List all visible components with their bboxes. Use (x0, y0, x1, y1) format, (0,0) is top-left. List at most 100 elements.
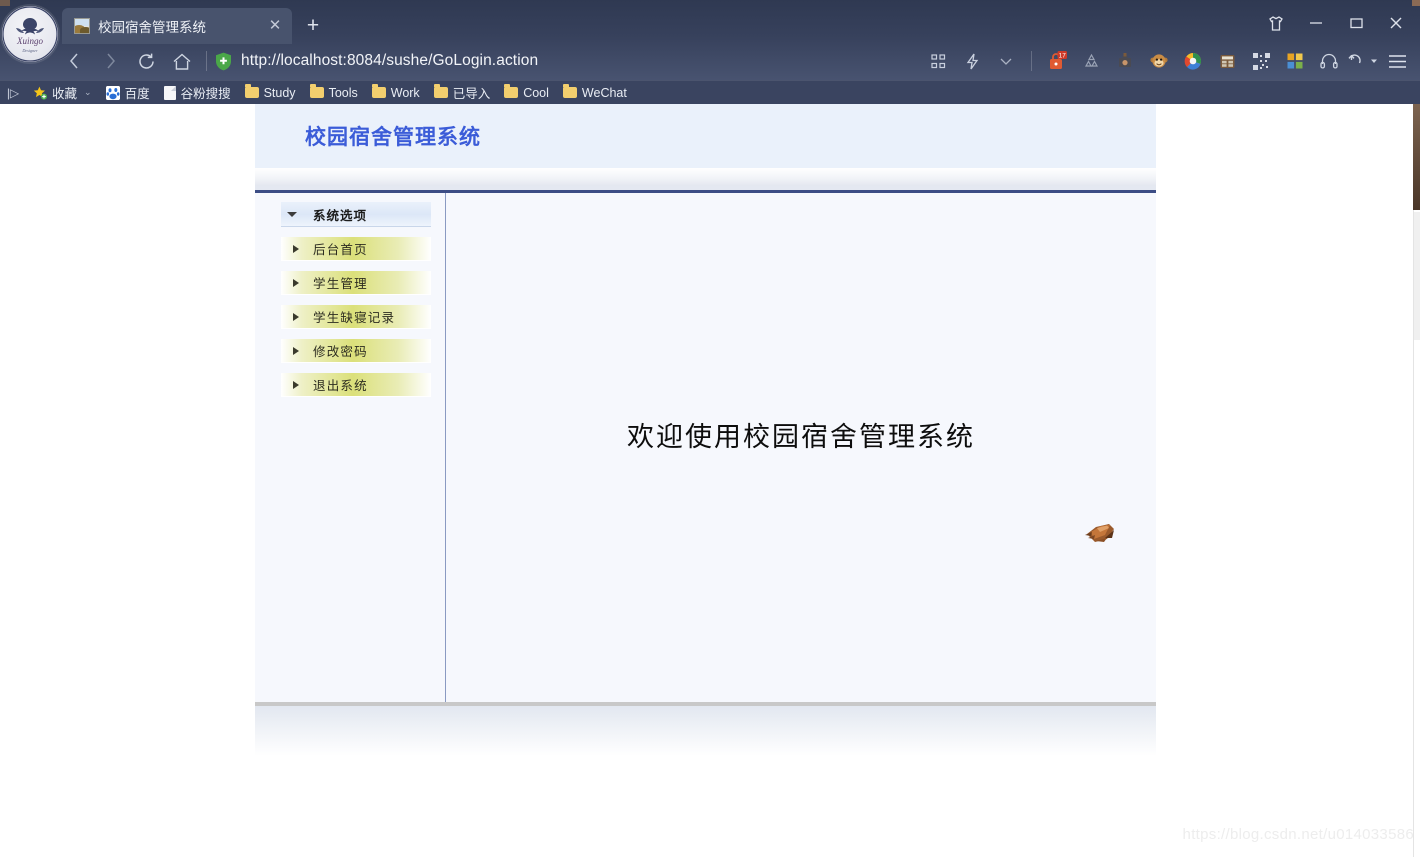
sidebar-item-absence-records[interactable]: 学生缺寝记录 (281, 305, 431, 329)
skin-theme-icon[interactable] (1256, 8, 1296, 38)
monkey-emoji-icon[interactable] (1142, 46, 1176, 76)
sidebar-item-change-password[interactable]: 修改密码 (281, 339, 431, 363)
bookmark-label: 谷粉搜搜 (180, 87, 231, 101)
sidebar-item-label: 学生管理 (313, 277, 368, 291)
brown-bird-ornament (1083, 519, 1117, 547)
csdn-watermark: https://blog.csdn.net/u014033586 (1182, 826, 1414, 843)
window-maximize-button[interactable] (1336, 8, 1376, 38)
folder-icon (504, 84, 519, 98)
sidebar: 系统选项 后台首页 学生管理 学生缺寝记录 修改密码 退出系统 (255, 193, 446, 702)
browser-tab-active[interactable]: 校园宿舍管理系统 ✕ (62, 8, 292, 44)
browser-toolbar-icons: 17 (921, 46, 1420, 76)
sidebar-menu-header[interactable]: 系统选项 (281, 202, 431, 227)
page-title: 校园宿舍管理系统 (305, 125, 481, 149)
lock-notifications-icon[interactable]: 17 (1040, 46, 1074, 76)
bookmark-item-tools[interactable]: Tools (303, 82, 365, 104)
lightning-speed-icon[interactable] (955, 46, 989, 76)
scrollbar-thumb[interactable] (1414, 212, 1420, 340)
sidebar-item-label: 退出系统 (313, 379, 368, 393)
svg-text:XUINGO: XUINGO (24, 23, 37, 27)
chevron-down-icon[interactable] (989, 46, 1023, 76)
folder-icon (562, 84, 577, 98)
bookmark-label: Cool (523, 85, 549, 100)
bookmark-item-study[interactable]: Study (238, 82, 303, 104)
reload-icon[interactable] (128, 46, 164, 76)
bookmark-item-imported[interactable]: 已导入 (427, 82, 498, 104)
desktop-wallpaper-strip-right (1412, 0, 1420, 6)
image-favicon (74, 18, 90, 34)
chevron-right-icon (293, 278, 299, 287)
nav-divider (206, 51, 207, 71)
recycle-icon[interactable] (1074, 46, 1108, 76)
calculator-icon[interactable] (1210, 46, 1244, 76)
camera-screenshot-icon[interactable] (1108, 46, 1142, 76)
bookmark-label: 已导入 (452, 87, 491, 101)
star-bookmark-icon (33, 86, 47, 100)
sidebar-item-label: 学生缺寝记录 (313, 311, 396, 325)
sidebar-item-logout[interactable]: 退出系统 (281, 373, 431, 397)
folder-icon (371, 84, 386, 98)
desktop-wallpaper-strip-left (0, 0, 10, 6)
welcome-message: 欢迎使用校园宿舍管理系统 (627, 422, 975, 452)
home-icon[interactable] (164, 46, 200, 76)
app-header: 校园宿舍管理系统 (255, 104, 1156, 168)
chevron-right-icon (293, 346, 299, 355)
chevron-down-icon[interactable]: ⌄ (84, 87, 92, 98)
bookmark-label: Work (390, 85, 420, 100)
window-minimize-button[interactable] (1296, 8, 1336, 38)
baidu-icon (105, 85, 120, 100)
dormitory-management-app: 校园宿舍管理系统 系统选项 后台首页 学生管理 学生缺寝记录 修改密码 退出系统… (255, 104, 1156, 756)
page-viewport: 校园宿舍管理系统 系统选项 后台首页 学生管理 学生缺寝记录 修改密码 退出系统… (0, 104, 1420, 857)
window-controls (1256, 8, 1416, 38)
bookmark-label: Tools (328, 85, 358, 100)
sidebar-item-home[interactable]: 后台首页 (281, 237, 431, 261)
page-icon (163, 85, 176, 100)
svg-text:17: 17 (1058, 52, 1066, 59)
url-text: http://localhost:8084/sushe/GoLogin.acti… (241, 52, 539, 69)
tab-title: 校园宿舍管理系统 (98, 20, 206, 35)
app-body: 系统选项 后台首页 学生管理 学生缺寝记录 修改密码 退出系统 欢迎使用校园宿舍… (255, 193, 1156, 702)
folder-icon (433, 84, 448, 98)
address-bar[interactable]: http://localhost:8084/sushe/GoLogin.acti… (215, 52, 921, 71)
content-panel: 欢迎使用校园宿舍管理系统 (446, 193, 1156, 702)
chevron-right-icon (293, 244, 299, 253)
bookmark-item-wechat[interactable]: WeChat (556, 82, 634, 104)
toolbar-divider (1031, 51, 1032, 71)
chevron-down-icon (287, 211, 297, 217)
bookmark-item-work[interactable]: Work (365, 82, 427, 104)
menu-hamburger-icon[interactable] (1380, 46, 1414, 76)
bookmark-item-gufen[interactable]: 谷粉搜搜 (157, 82, 238, 104)
headphones-icon[interactable] (1312, 46, 1346, 76)
desktop-edge-sliver (1413, 104, 1420, 210)
chevron-right-icon (293, 312, 299, 321)
undo-history-icon[interactable] (1346, 46, 1380, 76)
bookmark-label: 百度 (124, 87, 150, 101)
windows-tiles-icon[interactable] (1278, 46, 1312, 76)
tab-close-icon[interactable]: ✕ (266, 17, 284, 35)
navigation-bar: http://localhost:8084/sushe/GoLogin.acti… (0, 44, 1420, 78)
app-footer (255, 706, 1156, 756)
tab-strip: 校园宿舍管理系统 ✕ + (62, 6, 328, 44)
header-fade-band (255, 168, 1156, 186)
folder-icon (309, 84, 324, 98)
bookmark-item-cool[interactable]: Cool (497, 82, 556, 104)
window-close-button[interactable] (1376, 8, 1416, 38)
bookmarks-overflow-icon[interactable]: |▷ (0, 82, 26, 104)
sidebar-item-label: 后台首页 (313, 243, 368, 257)
qrcode-icon[interactable] (1244, 46, 1278, 76)
forward-icon[interactable] (92, 46, 128, 76)
new-tab-button[interactable]: + (298, 11, 328, 41)
bookmark-item-baidu[interactable]: 百度 (99, 82, 157, 104)
grid-apps-icon[interactable] (921, 46, 955, 76)
bookmark-label: 收藏 (52, 87, 78, 101)
sidebar-item-label: 修改密码 (313, 345, 368, 359)
bookmark-item-favorites[interactable]: 收藏 ⌄ (26, 82, 99, 104)
back-icon[interactable] (56, 46, 92, 76)
bookmarks-bar: |▷ 收藏 ⌄ 百度 谷粉搜搜 Study Tools Work 已导入 Coo… (0, 80, 1420, 104)
bookmark-label: WeChat (581, 85, 627, 100)
folder-icon (244, 84, 259, 98)
sidebar-menu-header-label: 系统选项 (313, 208, 368, 223)
color-ring-icon[interactable] (1176, 46, 1210, 76)
bookmark-label: Study (263, 85, 296, 100)
sidebar-item-student-management[interactable]: 学生管理 (281, 271, 431, 295)
